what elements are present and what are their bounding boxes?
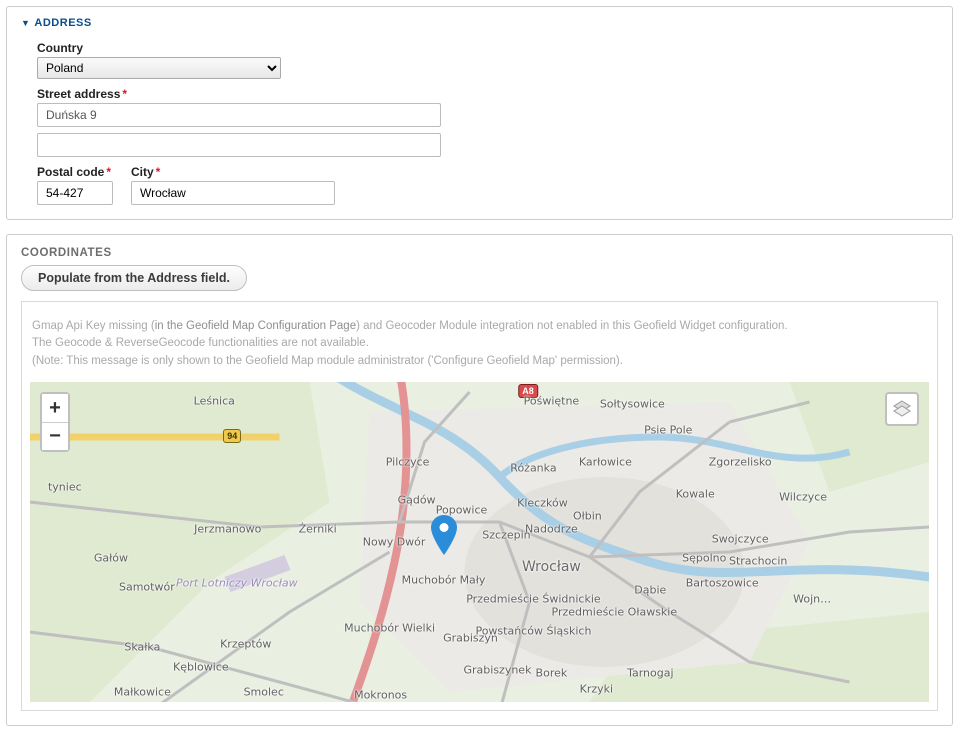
postal-label: Postal code* (37, 165, 113, 179)
zoom-in-button[interactable]: + (42, 394, 68, 422)
postal-code-input[interactable] (37, 181, 113, 205)
country-label: Country (37, 41, 922, 55)
coordinates-title: COORDINATES (7, 235, 952, 265)
zoom-control: + − (40, 392, 70, 452)
address-fieldset: ▼ ADDRESS Country Poland Street address*… (6, 6, 953, 220)
street-address-input[interactable] (37, 103, 441, 127)
city-input[interactable] (131, 181, 335, 205)
street-label: Street address* (37, 87, 922, 101)
zoom-out-button[interactable]: − (42, 422, 68, 450)
address-legend[interactable]: ▼ ADDRESS (7, 7, 952, 31)
road-badge-94: 94 (223, 429, 241, 443)
map[interactable]: A8 94 Leśnica Jerzmanowo Gałów Samotwór … (30, 382, 929, 702)
layers-button[interactable] (885, 392, 919, 426)
map-marker-icon[interactable] (431, 515, 457, 558)
collapse-triangle-icon: ▼ (21, 18, 30, 28)
layers-icon (892, 399, 912, 419)
coordinates-fieldset: COORDINATES Populate from the Address fi… (6, 234, 953, 726)
road-badge-a8: A8 (518, 384, 538, 398)
map-canvas (30, 382, 929, 702)
api-key-notice: Gmap Api Key missing (in the Geofield Ma… (30, 318, 929, 382)
address-title: ADDRESS (34, 17, 91, 29)
country-select[interactable]: Poland (37, 57, 281, 79)
street-address-2-input[interactable] (37, 133, 441, 157)
map-widget-container: Gmap Api Key missing (in the Geofield Ma… (21, 301, 938, 711)
populate-button[interactable]: Populate from the Address field. (21, 265, 247, 291)
city-label: City* (131, 165, 335, 179)
